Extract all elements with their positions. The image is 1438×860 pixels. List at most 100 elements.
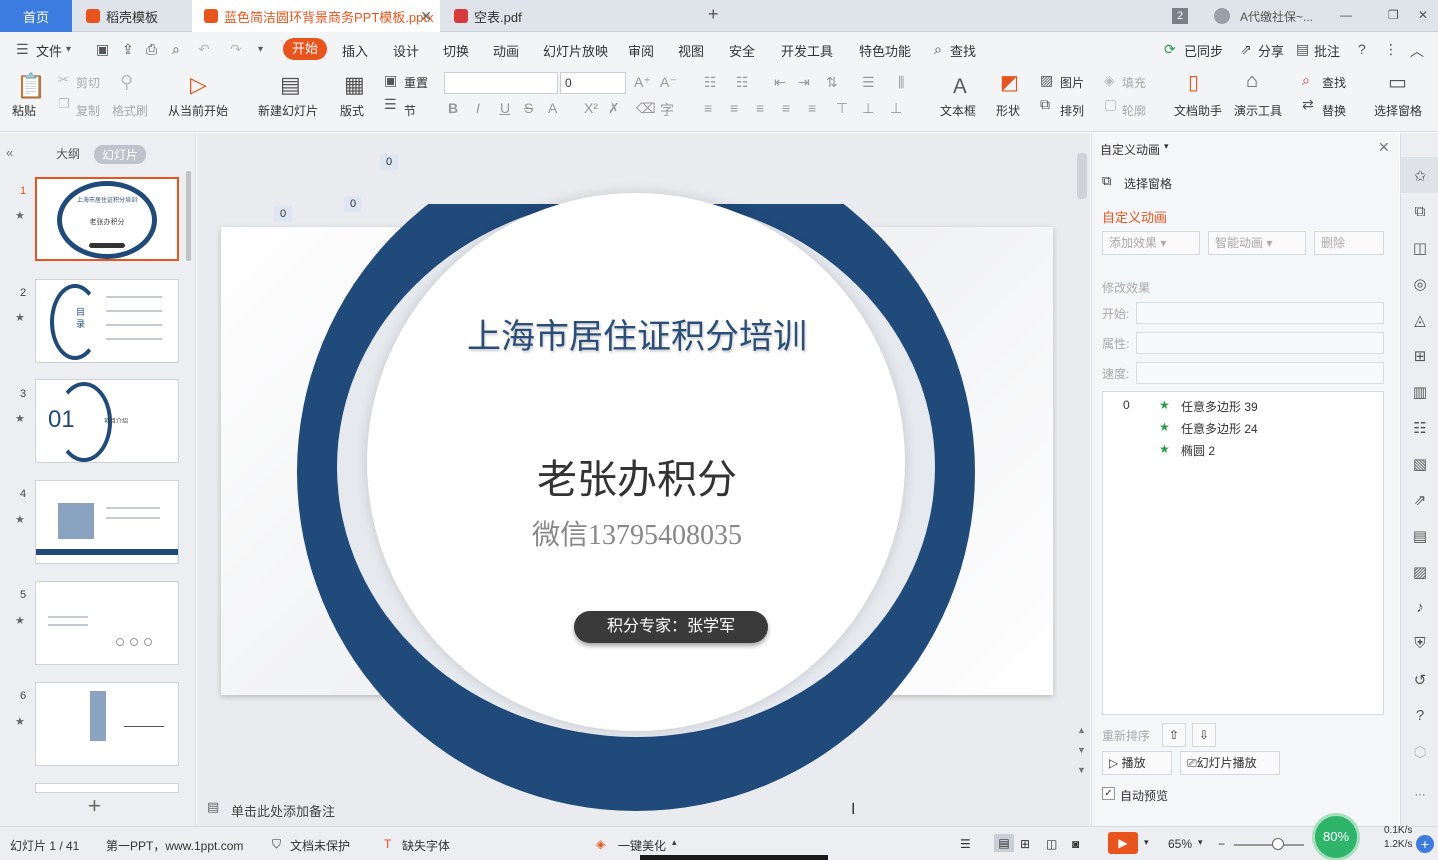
move-down-icon[interactable]: ⇩ [1192,723,1216,747]
presentation-tools-button[interactable]: 演示工具 [1234,102,1282,119]
play-button[interactable]: ▷ 播放 [1102,751,1172,775]
print-icon[interactable]: ⎙ [146,41,157,58]
redo-icon[interactable]: ↷ [230,41,242,58]
tab-pdf[interactable]: 空表.pdf [442,0,692,32]
chart-icon[interactable]: ▥ [1411,383,1429,401]
play-slideshow-icon[interactable]: ▶ [1108,832,1138,854]
underline-icon[interactable]: U [500,100,510,116]
section-button[interactable]: 节 [404,102,416,119]
close-panel-icon[interactable]: ✕ [1378,139,1390,156]
slideshow-button[interactable]: ⎚幻灯片播放 [1180,751,1280,775]
zoom-slider[interactable] [1234,844,1304,846]
chevron-down-icon[interactable]: ▾ [1164,141,1169,152]
bullet-list-icon[interactable]: ☷ [704,74,717,91]
slide-thumbnail-2[interactable]: 目录 [35,279,179,363]
add-effect-button[interactable]: 添加效果 ▾ [1102,231,1200,255]
shape-button[interactable]: 形状 [996,102,1020,119]
menu-animation[interactable]: 动画 [493,41,519,60]
char-spacing-icon[interactable]: 字 [660,100,674,120]
find-button[interactable]: 查找 [1322,74,1346,91]
menu-security[interactable]: 安全 [729,41,755,60]
quick-access-more-icon[interactable]: ▾ [258,44,263,55]
doc-helper-button[interactable]: 文档助手 [1174,102,1222,119]
slide-thumbnail-1[interactable]: 上海市居住证积分培训 老张办积分 [35,177,179,261]
chevron-down-icon[interactable]: ▾ [1144,837,1149,848]
archive-icon[interactable]: ▤ [1411,527,1429,545]
distribute-icon[interactable]: ≡ [808,100,816,116]
slide-wechat[interactable]: 微信13795408035 [437,513,837,553]
reset-button[interactable]: 重置 [404,74,428,91]
align-bottom-icon[interactable]: ⊥ [890,100,902,117]
slide-name[interactable]: 老张办积分 [437,447,837,505]
start-select[interactable] [1136,302,1384,324]
zoom-out-icon[interactable]: − [1218,837,1225,851]
export-icon[interactable]: ⇗ [1411,491,1429,509]
close-tab-icon[interactable]: ✕ [420,8,432,25]
align-left-icon[interactable]: ≡ [704,100,712,116]
increase-indent-icon[interactable]: ⇥ [798,74,810,91]
new-tab-icon[interactable]: + [708,4,719,25]
notes-placeholder[interactable]: 单击此处添加备注 [231,801,335,820]
columns-icon[interactable]: ⫼ [898,74,904,91]
plus-circle-icon[interactable]: + [1416,835,1434,853]
chevron-down-icon[interactable]: ▾ [1198,837,1203,848]
cube-icon[interactable]: ⬡ [1411,743,1429,761]
select-pane-button[interactable]: 选择窗格 [1374,102,1422,119]
anim-list-item[interactable]: 任意多边形 39 [1181,398,1258,415]
tab-home[interactable]: 首页 [0,0,72,32]
share-button[interactable]: 分享 [1258,41,1284,60]
menu-transition[interactable]: 切换 [443,41,469,60]
slide-thumbnail-3[interactable]: 01 项目介绍 [35,379,179,463]
close-window-icon[interactable]: ✕ [1418,8,1428,22]
zoom-slider-thumb[interactable] [1272,838,1284,850]
paste-button[interactable]: 粘贴 [12,102,36,119]
scroll-down-icon[interactable]: ▼ [1077,745,1086,755]
line-spacing-icon[interactable]: ☰ [862,74,875,91]
grid-icon[interactable]: ⊞ [1411,347,1429,365]
picture-icon[interactable]: ▨ [1411,563,1429,581]
menu-design[interactable]: 设计 [393,41,419,60]
menu-start[interactable]: 开始 [283,38,327,60]
menu-file[interactable]: 文件 [36,41,62,60]
select-pane-link[interactable]: 选择窗格 [1124,175,1172,192]
restore-icon[interactable]: ❐ [1388,8,1399,22]
move-up-icon[interactable]: ⇧ [1162,723,1186,747]
slide-thumbnail-6[interactable] [35,682,179,766]
zoom-level[interactable]: 65% [1168,837,1192,851]
clear-format-icon[interactable]: ✗ [608,100,620,117]
account-name[interactable]: A代缴社保~... [1240,8,1313,25]
more-icon[interactable]: ··· [1411,789,1429,801]
decrease-font-icon[interactable]: A⁻ [660,74,677,91]
sync-status[interactable]: 已同步 [1184,41,1223,60]
theme-name[interactable]: 第一PPT，www.1ppt.com [106,837,243,854]
fill-bucket-icon[interactable]: ◬ [1411,311,1429,329]
slide-title[interactable]: 上海市居住证积分培训 [437,309,837,358]
protection-status[interactable]: 文档未保护 [290,837,350,854]
decrease-indent-icon[interactable]: ⇤ [774,74,786,91]
location-icon[interactable]: ◎ [1411,275,1429,293]
scroll-up-icon[interactable]: ▲ [1077,725,1086,735]
align-center-icon[interactable]: ≡ [730,100,738,116]
numbered-list-icon[interactable]: ☷ [736,74,749,91]
align-middle-icon[interactable]: ⊥ [862,100,874,117]
collapse-ribbon-icon[interactable]: ︿ [1410,41,1424,61]
panel-header[interactable]: 自定义动画 [1100,141,1160,158]
font-color-icon[interactable]: A [548,100,557,116]
comment-button[interactable]: 批注 [1314,41,1340,60]
autopreview-checkbox[interactable]: ✓ [1102,787,1115,800]
font-family-select[interactable] [444,72,558,94]
eraser-icon[interactable]: ⌫ [636,100,656,117]
cpu-meter[interactable]: 80% [1312,813,1360,860]
notes-toggle-icon[interactable]: ☰ [960,837,971,851]
window-count-badge[interactable]: 2 [1172,8,1188,24]
paste-icon[interactable]: 📋 [16,72,46,101]
chevron-down-icon[interactable]: ▾ [66,44,71,55]
italic-icon[interactable]: I [476,100,480,116]
save-icon[interactable]: ▣ [96,41,109,58]
menu-features[interactable]: 特色功能 [859,41,911,60]
undo-icon[interactable]: ↶ [198,41,210,58]
textbox-button[interactable]: 文本框 [940,102,976,119]
search-icon[interactable]: ⌕ [934,41,942,58]
align-right-icon[interactable]: ≡ [756,100,764,116]
audio-icon[interactable]: ♪ [1411,599,1429,616]
